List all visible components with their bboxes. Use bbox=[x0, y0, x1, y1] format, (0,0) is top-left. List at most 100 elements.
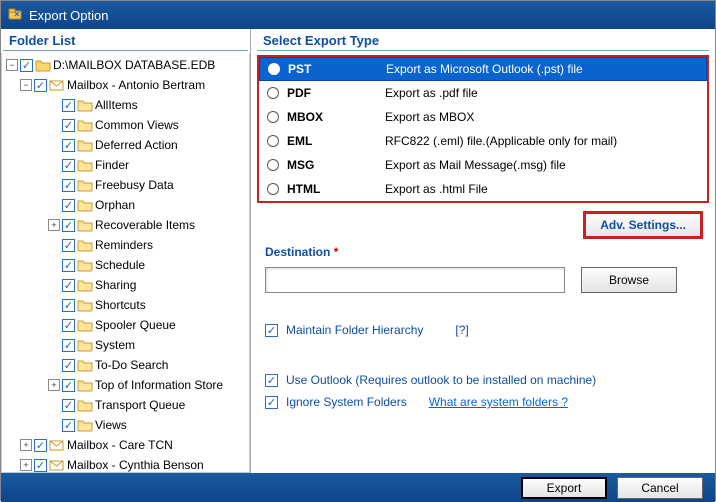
tree-folder[interactable]: ✓System bbox=[6, 335, 247, 355]
tree-folder[interactable]: ✓ Sharing bbox=[6, 275, 247, 295]
folder-tree[interactable]: − ✓ D:\MAILBOX DATABASE.EDB − ✓ Mailbox … bbox=[1, 53, 250, 473]
radio[interactable] bbox=[267, 159, 279, 171]
folder-icon bbox=[77, 378, 93, 392]
checkbox[interactable]: ✓ bbox=[62, 179, 75, 192]
adv-settings-button[interactable]: Adv. Settings... bbox=[583, 211, 703, 239]
checkbox[interactable]: ✓ bbox=[62, 359, 75, 372]
export-type-msg[interactable]: MSGExport as Mail Message(.msg) file bbox=[259, 153, 707, 177]
checkbox[interactable]: ✓ bbox=[62, 219, 75, 232]
maintain-hierarchy-label: Maintain Folder Hierarchy bbox=[286, 323, 423, 337]
export-type-list: PSTExport as Microsoft Outlook (.pst) fi… bbox=[257, 55, 709, 203]
expand-icon[interactable]: + bbox=[20, 459, 32, 471]
ignore-system-checkbox[interactable]: ✓ bbox=[265, 396, 278, 409]
checkbox[interactable]: ✓ bbox=[20, 59, 33, 72]
checkbox[interactable]: ✓ bbox=[34, 79, 47, 92]
format-desc: Export as Mail Message(.msg) file bbox=[385, 158, 566, 172]
destination-input[interactable] bbox=[265, 267, 565, 293]
spacer bbox=[48, 279, 60, 291]
tree-label: Freebusy Data bbox=[95, 178, 174, 192]
format-desc: RFC822 (.eml) file.(Applicable only for … bbox=[385, 134, 617, 148]
checkbox[interactable]: ✓ bbox=[62, 379, 75, 392]
radio[interactable] bbox=[267, 87, 279, 99]
folder-icon bbox=[77, 158, 93, 172]
maintain-hierarchy-checkbox[interactable]: ✓ bbox=[265, 324, 278, 337]
export-type-header: Select Export Type bbox=[255, 29, 711, 50]
checkbox[interactable]: ✓ bbox=[62, 399, 75, 412]
checkbox[interactable]: ✓ bbox=[34, 439, 47, 452]
cancel-button[interactable]: Cancel bbox=[617, 477, 703, 499]
tree-folder[interactable]: ✓Finder bbox=[6, 155, 247, 175]
folder-icon bbox=[77, 338, 93, 352]
tree-label: AllItems bbox=[95, 98, 138, 112]
folder-icon bbox=[77, 358, 93, 372]
tree-folder[interactable]: +✓Top of Information Store bbox=[6, 375, 247, 395]
tree-label: Shortcuts bbox=[95, 298, 146, 312]
tree-folder[interactable]: ✓Reminders bbox=[6, 235, 247, 255]
tree-folder[interactable]: ✓Deferred Action bbox=[6, 135, 247, 155]
folder-icon bbox=[77, 198, 93, 212]
radio[interactable] bbox=[267, 183, 279, 195]
export-type-pst[interactable]: PSTExport as Microsoft Outlook (.pst) fi… bbox=[259, 57, 707, 81]
expand-icon[interactable]: + bbox=[48, 219, 60, 231]
tree-label: Sharing bbox=[95, 278, 136, 292]
checkbox[interactable]: ✓ bbox=[62, 419, 75, 432]
tree-folder[interactable]: ✓ AllItems bbox=[6, 95, 247, 115]
tree-folder[interactable]: ✓To-Do Search bbox=[6, 355, 247, 375]
tree-label: Common Views bbox=[95, 118, 179, 132]
checkbox[interactable]: ✓ bbox=[62, 199, 75, 212]
divider bbox=[257, 50, 709, 51]
checkbox[interactable]: ✓ bbox=[34, 459, 47, 472]
export-button[interactable]: Export bbox=[521, 477, 607, 499]
radio[interactable] bbox=[268, 63, 280, 75]
export-type-mbox[interactable]: MBOXExport as MBOX bbox=[259, 105, 707, 129]
radio[interactable] bbox=[267, 111, 279, 123]
tree-folder[interactable]: +✓ Recoverable Items bbox=[6, 215, 247, 235]
format-code: PDF bbox=[287, 86, 377, 100]
export-type-pdf[interactable]: PDFExport as .pdf file bbox=[259, 81, 707, 105]
tree-mailbox[interactable]: − ✓ Mailbox - Antonio Bertram bbox=[6, 75, 247, 95]
checkbox[interactable]: ✓ bbox=[62, 299, 75, 312]
expand-icon[interactable]: + bbox=[20, 439, 32, 451]
spacer bbox=[48, 99, 60, 111]
tree-root[interactable]: − ✓ D:\MAILBOX DATABASE.EDB bbox=[6, 55, 247, 75]
folder-icon bbox=[77, 318, 93, 332]
spacer bbox=[48, 199, 60, 211]
use-outlook-checkbox[interactable]: ✓ bbox=[265, 374, 278, 387]
tree-label: Mailbox - Cynthia Benson bbox=[67, 458, 204, 472]
checkbox[interactable]: ✓ bbox=[62, 119, 75, 132]
tree-label: Views bbox=[95, 418, 127, 432]
tree-label: Recoverable Items bbox=[95, 218, 195, 232]
tree-folder[interactable]: ✓Spooler Queue bbox=[6, 315, 247, 335]
format-code: EML bbox=[287, 134, 377, 148]
help-icon[interactable]: [?] bbox=[455, 323, 468, 337]
export-type-html[interactable]: HTMLExport as .html File bbox=[259, 177, 707, 201]
checkbox[interactable]: ✓ bbox=[62, 319, 75, 332]
checkbox[interactable]: ✓ bbox=[62, 259, 75, 272]
browse-button[interactable]: Browse bbox=[581, 267, 677, 293]
folder-icon bbox=[77, 258, 93, 272]
collapse-icon[interactable]: − bbox=[6, 59, 18, 71]
tree-folder[interactable]: ✓Orphan bbox=[6, 195, 247, 215]
collapse-icon[interactable]: − bbox=[20, 79, 32, 91]
tree-mailbox[interactable]: + ✓ Mailbox - Care TCN bbox=[6, 435, 247, 455]
checkbox[interactable]: ✓ bbox=[62, 239, 75, 252]
expand-icon[interactable]: + bbox=[48, 379, 60, 391]
mailbox-icon bbox=[49, 438, 65, 452]
checkbox[interactable]: ✓ bbox=[62, 339, 75, 352]
tree-folder[interactable]: ✓ Freebusy Data bbox=[6, 175, 247, 195]
tree-folder[interactable]: ✓Schedule bbox=[6, 255, 247, 275]
tree-folder[interactable]: ✓ Common Views bbox=[6, 115, 247, 135]
folder-icon bbox=[77, 278, 93, 292]
tree-folder[interactable]: ✓Transport Queue bbox=[6, 395, 247, 415]
radio[interactable] bbox=[267, 135, 279, 147]
system-folders-link[interactable]: What are system folders ? bbox=[429, 395, 568, 409]
tree-mailbox[interactable]: + ✓ Mailbox - Cynthia Benson bbox=[6, 455, 247, 473]
checkbox[interactable]: ✓ bbox=[62, 99, 75, 112]
tree-folder[interactable]: ✓ Shortcuts bbox=[6, 295, 247, 315]
tree-folder[interactable]: ✓ Views bbox=[6, 415, 247, 435]
window-title: Export Option bbox=[29, 8, 109, 23]
checkbox[interactable]: ✓ bbox=[62, 159, 75, 172]
checkbox[interactable]: ✓ bbox=[62, 279, 75, 292]
checkbox[interactable]: ✓ bbox=[62, 139, 75, 152]
export-type-eml[interactable]: EML RFC822 (.eml) file.(Applicable only f… bbox=[259, 129, 707, 153]
